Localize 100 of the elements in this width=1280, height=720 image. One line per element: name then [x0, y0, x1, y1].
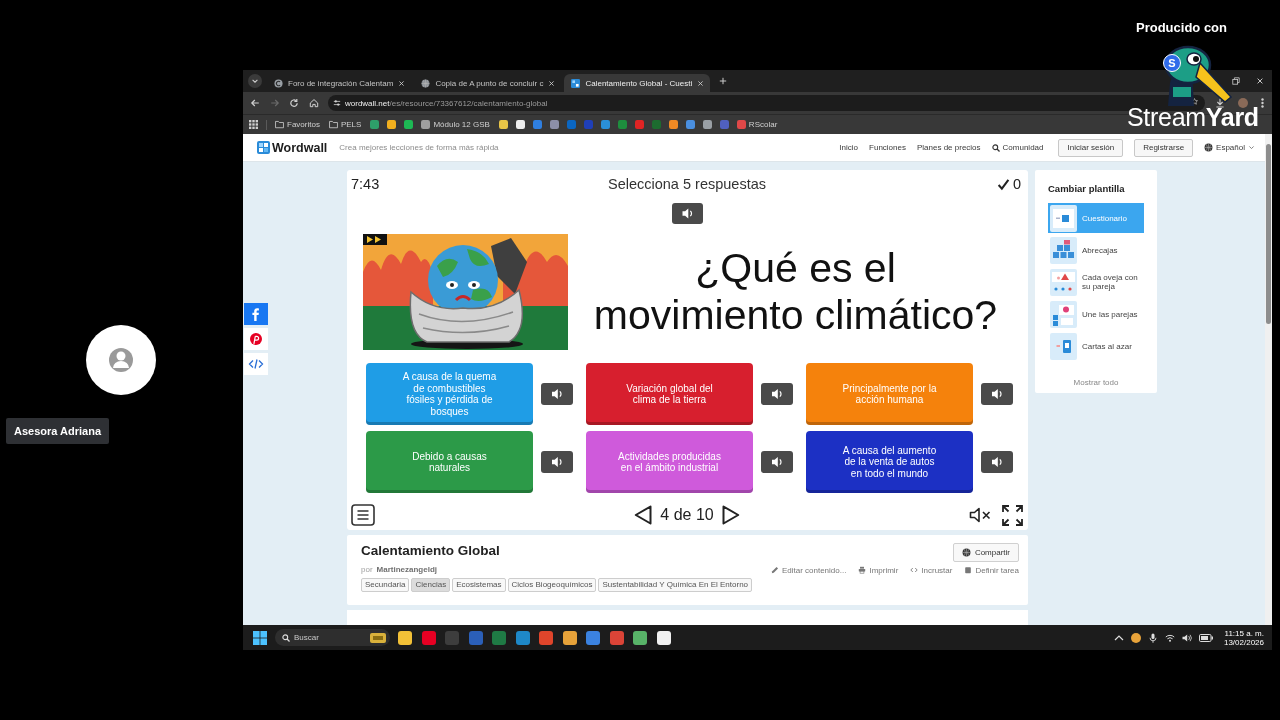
tune-icon	[333, 99, 341, 107]
share-button[interactable]: Compartir	[952, 543, 1019, 562]
code-icon[interactable]	[244, 353, 268, 375]
topic-tag[interactable]: Ciencias	[411, 578, 451, 592]
speaker-icon[interactable]	[671, 203, 703, 224]
tab-list-button[interactable]	[248, 74, 262, 88]
language-selector[interactable]: Español	[1204, 143, 1255, 152]
reload-icon[interactable]	[289, 98, 299, 108]
chevron-up-icon[interactable]	[1113, 634, 1124, 641]
app-icon[interactable]	[562, 630, 577, 645]
action-link[interactable]: Editar contenido...	[770, 565, 847, 575]
search-field[interactable]: Buscar	[275, 629, 390, 646]
folder-icon	[275, 120, 284, 129]
fullscreen-icon[interactable]	[1002, 504, 1023, 526]
app-icon[interactable]	[656, 630, 671, 645]
topic-tag[interactable]: Sustentabilidad Y Química En El Entorno	[598, 578, 753, 592]
plus-icon[interactable]	[719, 77, 728, 85]
tray-app-icon[interactable]	[1130, 632, 1141, 643]
template-thumbnail-icon	[1050, 204, 1077, 232]
facebook-icon[interactable]	[244, 303, 268, 325]
action-link[interactable]: Incrustar	[910, 565, 953, 575]
windows-icon[interactable]	[253, 630, 267, 645]
microphone-icon[interactable]	[1147, 632, 1158, 643]
triangle-left-icon[interactable]	[634, 505, 653, 525]
home-icon[interactable]	[308, 98, 319, 108]
template-item[interactable]: Une las parejas	[1048, 299, 1144, 329]
topic-tag[interactable]: Secundaria	[361, 578, 410, 592]
speaker-icon[interactable]	[761, 383, 793, 405]
scrollbar[interactable]	[1265, 134, 1272, 625]
template-item[interactable]: Abrecajas	[1048, 235, 1144, 265]
speaker-icon[interactable]	[761, 451, 793, 473]
bookmark-folder[interactable]: PELS	[328, 120, 362, 129]
menu-icon[interactable]	[351, 504, 375, 526]
close-icon[interactable]	[1256, 77, 1264, 85]
widget-icon	[370, 632, 386, 643]
site-icon[interactable]	[702, 120, 712, 129]
bookmark-link[interactable]: Módulo 12 GSB	[421, 120, 490, 129]
nav-link[interactable]: Funciones	[869, 143, 906, 152]
nav-link[interactable]: Planes de precios	[916, 143, 981, 152]
star-icon[interactable]	[1191, 97, 1198, 105]
close-icon[interactable]	[548, 79, 556, 87]
site-icon[interactable]	[498, 120, 508, 129]
topic-tag[interactable]: Ciclos Biogeoquímicos	[507, 578, 597, 592]
pinterest-icon[interactable]	[244, 328, 268, 350]
browser-tab[interactable]: Calentamiento Global - Cuesti	[564, 74, 711, 92]
action-link[interactable]: Definir tarea	[964, 565, 1019, 575]
restore-icon[interactable]	[1232, 77, 1240, 85]
download-icon[interactable]	[1215, 98, 1225, 108]
globe-icon	[961, 548, 971, 557]
template-thumbnail-icon	[1050, 236, 1077, 264]
more-menu-icon[interactable]	[1261, 98, 1264, 108]
bookmark-folder[interactable]: Favoritos	[275, 120, 320, 129]
answer-button[interactable]: Debido a causas naturales	[366, 431, 533, 493]
show-all-link[interactable]: Mostrar todo	[1073, 378, 1119, 387]
participant-name-label: Asesora Adriana	[6, 418, 110, 444]
site-icon[interactable]	[404, 120, 414, 129]
action-link[interactable]: Imprimir	[858, 565, 899, 575]
site-icon[interactable]	[387, 120, 397, 129]
browser-tab[interactable]: Copia de A punto de concluir c	[414, 74, 562, 92]
topic-tag[interactable]: Ecosistemas	[452, 578, 506, 592]
app-icon[interactable]	[398, 630, 412, 645]
triangle-right-icon[interactable]	[721, 505, 740, 525]
speaker-icon[interactable]	[541, 383, 573, 405]
speaker-icon[interactable]	[981, 451, 1013, 473]
apps-grid-icon[interactable]	[249, 120, 258, 129]
author-label: por	[361, 565, 373, 575]
nav-link[interactable]: Comunidad	[991, 143, 1044, 152]
page-indicator: 4 de 10	[660, 506, 714, 524]
clock-time[interactable]: 11:15 a. m.	[1224, 628, 1264, 638]
answer-button[interactable]: A causa del aumento de la venta de autos en todo el mundo	[806, 431, 973, 493]
bookmark-link[interactable]: RScolar	[736, 120, 778, 129]
template-item[interactable]: Cada oveja con su pareja	[1048, 267, 1144, 297]
site-icon[interactable]	[515, 120, 525, 129]
close-icon[interactable]	[697, 79, 705, 87]
volume-icon[interactable]	[1181, 632, 1192, 643]
close-icon[interactable]	[398, 79, 406, 87]
nav-link[interactable]: Inicio	[839, 143, 859, 152]
signup-button[interactable]: Registrarse	[1134, 138, 1194, 157]
template-thumbnail-icon	[1050, 268, 1077, 296]
site-logo-text[interactable]: Wordwall	[272, 140, 328, 155]
instruction-text: Selecciona 5 respuestas	[608, 176, 766, 192]
clock-date[interactable]: 13/02/2026	[1223, 637, 1264, 647]
wifi-icon[interactable]	[1164, 633, 1175, 642]
folder-icon	[328, 120, 338, 129]
template-item[interactable]: Cartas al azar	[1048, 331, 1144, 361]
logo-icon[interactable]	[257, 141, 270, 154]
printer-icon	[858, 566, 867, 574]
app-icon[interactable]	[633, 630, 647, 645]
browser-tab[interactable]: Foro de integración Calentam	[267, 74, 412, 92]
author-name[interactable]: Martinezangeldj	[376, 565, 437, 575]
timer: 7:43	[351, 176, 380, 192]
battery-icon[interactable]	[1198, 633, 1213, 642]
answer-button[interactable]: Variación global del clima de la tierra	[586, 363, 753, 425]
speaker-icon[interactable]	[981, 383, 1013, 405]
speaker-icon[interactable]	[541, 451, 573, 473]
muted-speaker-icon[interactable]	[969, 506, 991, 524]
login-button[interactable]: Iniciar sesión	[1058, 138, 1124, 157]
profile-avatar-icon[interactable]	[1238, 98, 1248, 108]
site-icon[interactable]	[668, 120, 678, 129]
back-arrow-icon[interactable]	[250, 98, 260, 108]
